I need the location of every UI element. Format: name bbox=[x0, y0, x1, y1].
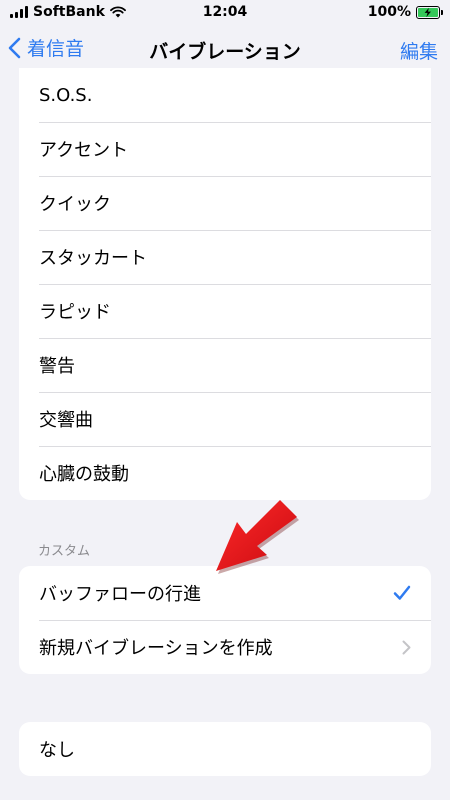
custom-section-header: カスタム bbox=[38, 544, 91, 559]
none-item[interactable]: なし bbox=[19, 722, 431, 776]
list-item[interactable]: 警告 bbox=[19, 338, 431, 392]
checkmark-icon bbox=[393, 585, 411, 600]
none-group: なし bbox=[19, 722, 431, 776]
list-item[interactable]: S.O.S. bbox=[19, 68, 431, 122]
list-item[interactable]: スタッカート bbox=[19, 230, 431, 284]
none-label: なし bbox=[39, 740, 75, 761]
list-item[interactable]: ラピッド bbox=[19, 284, 431, 338]
battery-charging-icon bbox=[416, 5, 443, 19]
list-item[interactable]: 交響曲 bbox=[19, 392, 431, 446]
edit-button[interactable]: 編集 bbox=[400, 37, 438, 64]
create-new-vibration-label: 新規バイブレーションを作成 bbox=[39, 638, 273, 659]
status-bar: SoftBank 12:04 100% bbox=[0, 0, 450, 26]
chevron-right-icon bbox=[402, 640, 411, 654]
page-title: バイブレーション bbox=[149, 41, 301, 63]
battery-percent: 100% bbox=[367, 4, 411, 20]
red-arrow-annotation bbox=[216, 500, 299, 574]
custom-vibration-label: バッファローの行進 bbox=[39, 584, 201, 605]
create-new-vibration-item[interactable]: 新規バイブレーションを作成 bbox=[19, 620, 431, 674]
list-item[interactable]: クイック bbox=[19, 176, 431, 230]
custom-vibration-list: バッファローの行進 新規バイブレーションを作成 bbox=[19, 566, 431, 674]
standard-vibration-list: S.O.S. アクセント クイック スタッカート ラピッド 警告 交響曲 心臓の… bbox=[19, 68, 431, 500]
nav-bar: 着信音 バイブレーション 編集 bbox=[0, 26, 450, 74]
list-item[interactable]: アクセント bbox=[19, 122, 431, 176]
list-item[interactable]: 心臓の鼓動 bbox=[19, 446, 431, 500]
status-right: 100% bbox=[367, 4, 443, 20]
